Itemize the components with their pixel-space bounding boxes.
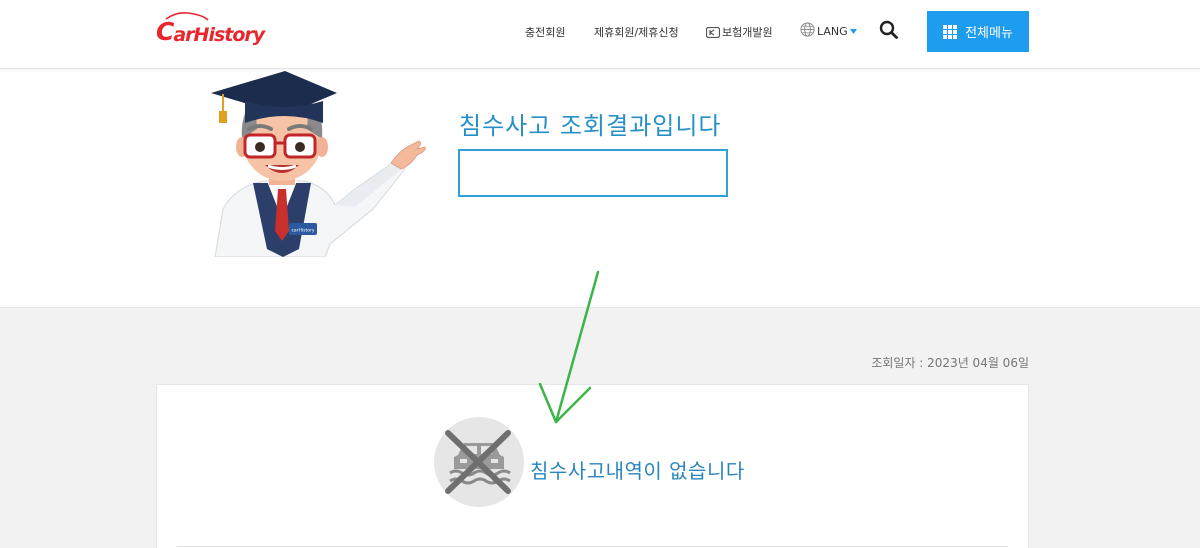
nav-kidi[interactable]: 보험개발원 xyxy=(706,24,773,40)
result-section: 조회일자 : 2023년 04월 06일 침수사고내역이 없습니다 xyxy=(0,307,1200,548)
nav-label: 제휴회원/제휴신청 xyxy=(594,26,679,39)
result-value-box xyxy=(458,149,728,197)
nav-charge-member[interactable]: 충전회원 xyxy=(525,24,565,40)
logo-initial: C xyxy=(156,17,174,46)
menu-button-label: 전체메뉴 xyxy=(965,25,1013,40)
no-flood-car-icon xyxy=(434,417,524,507)
logo-car-swoosh-icon xyxy=(165,12,209,21)
logo-wordmark: arHistory xyxy=(173,24,265,46)
globe-icon xyxy=(800,22,815,37)
divider xyxy=(177,546,1008,547)
result-card: 침수사고내역이 없습니다 xyxy=(156,384,1029,548)
doctor-mascot-illustration: carHistory xyxy=(211,71,426,257)
full-menu-button[interactable]: 전체메뉴 xyxy=(927,11,1029,52)
svg-text:carHistory: carHistory xyxy=(291,228,314,234)
inquiry-date: 조회일자 : 2023년 04월 06일 xyxy=(871,356,1029,370)
nav-label: 충전회원 xyxy=(525,26,566,39)
nav-label: 보험개발원 xyxy=(722,26,773,39)
carhistory-logo[interactable]: CarHistory xyxy=(156,12,265,46)
hero-section: carHistory 침수사고 조회결과입니다 xyxy=(0,69,1200,307)
nav-partner[interactable]: 제휴회원/제휴신청 xyxy=(594,24,679,40)
site-header: CarHistory 충전회원 제휴회원/제휴신청 보험개발원 LANG 전체메… xyxy=(0,0,1200,69)
nav-label: LANG xyxy=(817,25,848,38)
kidi-logo-icon xyxy=(706,26,720,38)
caret-down-icon xyxy=(849,29,857,34)
no-flood-history-message: 침수사고내역이 없습니다 xyxy=(530,459,745,483)
flooded-car-crossed-icon xyxy=(445,430,511,494)
page-title: 침수사고 조회결과입니다 xyxy=(459,112,722,140)
nav-language[interactable]: LANG xyxy=(800,21,857,38)
grid-menu-icon xyxy=(943,24,958,39)
search-icon[interactable] xyxy=(879,20,899,40)
